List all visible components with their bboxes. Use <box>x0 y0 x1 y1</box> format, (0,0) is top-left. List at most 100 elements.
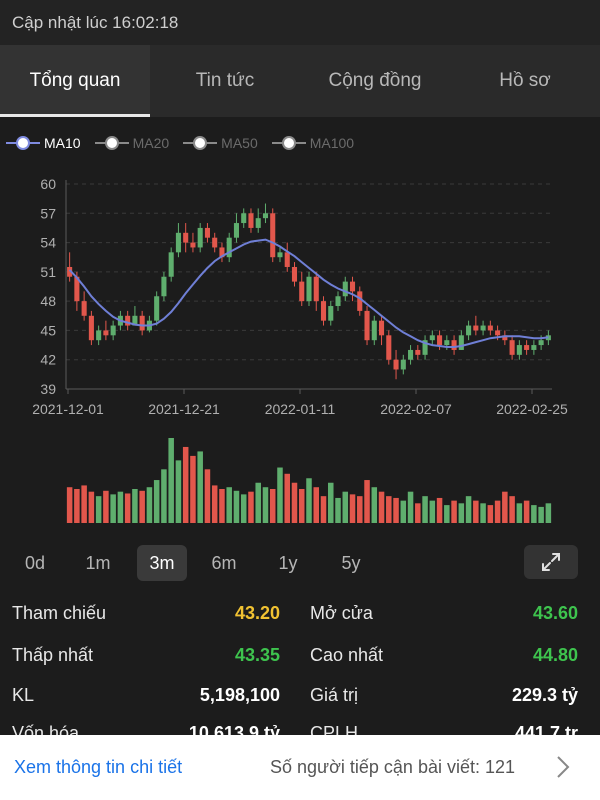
candle-body <box>349 281 356 292</box>
volume-bar <box>357 496 363 523</box>
volume-bar <box>436 497 443 523</box>
tab-news[interactable]: Tin tức <box>150 45 300 117</box>
volume-bar <box>531 505 537 523</box>
volume-bar <box>161 469 167 523</box>
volume-bar <box>494 500 501 523</box>
volume-bar <box>269 489 276 523</box>
legend-marker-icon <box>6 136 40 150</box>
volume-bar <box>248 491 254 523</box>
stat-value: 5,198,100 <box>199 685 280 705</box>
volume-bar <box>386 496 392 523</box>
volume-bar <box>277 467 283 523</box>
volume-bar <box>153 480 160 523</box>
candle-body <box>342 281 348 297</box>
volume-bar <box>117 491 124 523</box>
stat-low: Thấp nhất 43.35 <box>12 645 280 673</box>
volume-bar <box>400 500 407 523</box>
volume-bar <box>342 491 349 523</box>
expand-chart-button[interactable] <box>524 545 578 579</box>
candle-body <box>378 320 385 336</box>
candle-body <box>466 325 472 336</box>
candle-body <box>509 340 515 355</box>
candle-body <box>320 301 327 321</box>
tab-community[interactable]: Cộng đồng <box>300 45 450 117</box>
y-tick-label: 51 <box>40 264 56 280</box>
candle-body <box>487 325 493 331</box>
period-1y[interactable]: 1y <box>265 545 311 581</box>
tab-profile[interactable]: Hồ sơ <box>450 45 600 117</box>
candle-body <box>197 227 203 248</box>
period-6m[interactable]: 6m <box>200 545 248 581</box>
candle-body <box>335 296 341 307</box>
volume-bar <box>502 491 508 523</box>
candle-body <box>357 291 363 311</box>
volume-bar <box>538 506 544 523</box>
volume-bar <box>371 487 378 523</box>
volume-bar <box>523 500 530 523</box>
view-details-link[interactable]: Xem thông tin chi tiết <box>14 757 182 778</box>
volume-bar <box>197 451 203 523</box>
volume-bar <box>407 491 414 523</box>
tab-label: Cộng đồng <box>328 70 422 91</box>
candle-body <box>451 340 457 350</box>
update-timestamp-bar: Cập nhật lúc 16:02:18 <box>0 0 600 45</box>
candle-body <box>458 335 464 350</box>
volume-bar <box>146 487 153 523</box>
volume-bar <box>320 496 327 523</box>
candle-body <box>190 242 196 248</box>
candle-body <box>538 340 544 346</box>
candle-body <box>473 325 479 331</box>
stat-label: Cao nhất <box>310 645 384 665</box>
x-tick-label: 2022-01-11 <box>265 401 336 417</box>
legend-ma100[interactable]: MA100 <box>271 135 354 151</box>
volume-bar <box>103 490 109 523</box>
volume-bar <box>211 485 218 523</box>
volume-bar <box>465 496 472 523</box>
candle-body <box>168 252 174 277</box>
y-tick-label: 48 <box>40 293 56 309</box>
period-5y[interactable]: 5y <box>328 545 374 581</box>
volume-bar <box>335 497 341 523</box>
candle-body <box>386 335 392 360</box>
legend-marker-icon <box>94 136 129 150</box>
stat-high: Cao nhất 44.80 <box>310 645 578 673</box>
tab-label: Tổng quan <box>29 70 121 91</box>
volume-bar <box>393 497 399 523</box>
candle-body <box>175 232 181 253</box>
volume-bar <box>95 496 102 523</box>
footer-bar: Xem thông tin chi tiết Số người tiếp cận… <box>0 735 600 800</box>
y-tick-label: 39 <box>40 381 56 397</box>
volume-bar <box>349 494 356 523</box>
chevron-right-icon[interactable] <box>556 755 570 779</box>
period-3m[interactable]: 3m <box>137 545 187 581</box>
candle-body <box>233 223 240 238</box>
candle-body <box>96 330 102 341</box>
volume-bar <box>168 438 174 523</box>
stat-label: Thấp nhất <box>12 645 94 665</box>
price-chart[interactable]: 60 57 54 51 48 45 42 39 2021-12-01 2021-12-21 202… <box>0 165 600 530</box>
period-1m[interactable]: 1m <box>74 545 122 581</box>
candle-body <box>241 213 247 224</box>
legend-ma10[interactable]: MA10 <box>6 135 81 151</box>
candle-body <box>429 335 435 341</box>
candle-body <box>154 296 160 321</box>
legend-ma50[interactable]: MA50 <box>183 135 258 151</box>
volume-bar <box>378 491 385 523</box>
volume-bar <box>451 500 457 523</box>
volume-bar <box>132 489 138 523</box>
volume-bar <box>233 490 240 523</box>
volume-bar <box>364 480 370 523</box>
candle-body <box>400 359 406 370</box>
legend-ma20[interactable]: MA20 <box>94 135 169 151</box>
volume-bar <box>328 482 334 523</box>
period-0d[interactable]: 0d <box>12 545 58 581</box>
legend-marker-icon <box>271 136 306 150</box>
volume-bar <box>110 494 116 523</box>
volume-bar <box>422 496 428 523</box>
volume-bar <box>509 496 515 523</box>
volume-bar <box>487 505 494 523</box>
stat-value: 229.3 tỷ <box>511 685 578 705</box>
volume-bar <box>444 505 450 523</box>
candle-body <box>81 301 87 316</box>
tab-overview[interactable]: Tổng quan <box>0 45 150 117</box>
